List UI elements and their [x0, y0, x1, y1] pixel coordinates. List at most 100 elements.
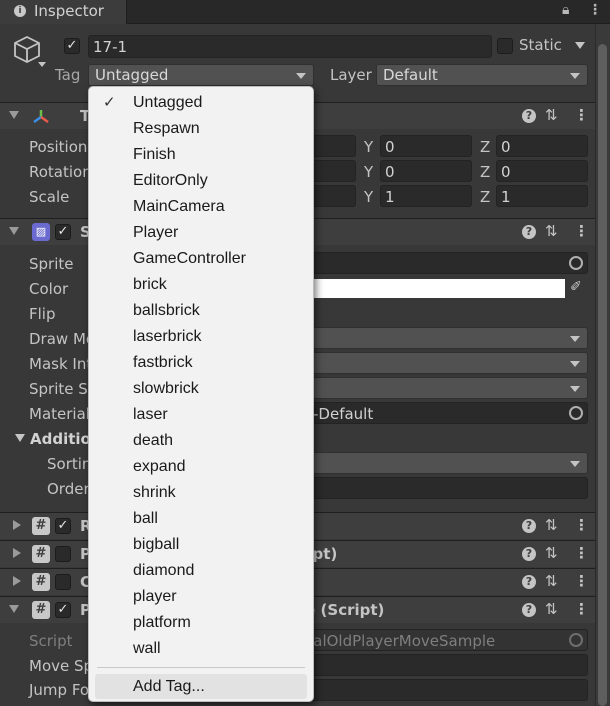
active-checkbox[interactable]: ✓ [64, 38, 80, 54]
tag-menu-item-wall[interactable]: wall [89, 636, 313, 662]
tag-menu-item-player[interactable]: Player [89, 220, 313, 246]
draw-mode-dropdown[interactable] [300, 327, 588, 349]
tag-menu-item-editoronly[interactable]: EditorOnly [89, 168, 313, 194]
kebab-menu-icon[interactable]: ⋮ [574, 222, 589, 240]
scrollbar-thumb[interactable] [598, 44, 607, 706]
add-tag-button[interactable]: Add Tag... [95, 674, 307, 699]
help-icon[interactable]: ? [522, 519, 536, 533]
cube-icon[interactable] [12, 34, 42, 64]
menu-item-label: platform [133, 614, 191, 631]
foldout-arrow-icon[interactable] [13, 576, 21, 586]
tag-menu-item-platform[interactable]: platform [89, 610, 313, 636]
color-swatch[interactable] [300, 279, 565, 298]
help-icon[interactable]: ? [522, 109, 536, 123]
material-object-field[interactable]: -Default [300, 402, 588, 424]
sorting-layer-dropdown[interactable] [300, 452, 588, 474]
scale-z-field[interactable]: 1 [496, 185, 588, 207]
tag-menu-item-slowbrick[interactable]: slowbrick [89, 376, 313, 402]
presets-icon[interactable]: ⇅ [545, 544, 558, 562]
tag-menu-item-brick[interactable]: brick [89, 272, 313, 298]
tag-menu-item-maincamera[interactable]: MainCamera [89, 194, 313, 220]
kebab-menu-icon[interactable]: ⋮ [574, 106, 589, 124]
tag-menu-item-respawn[interactable]: Respawn [89, 116, 313, 142]
jump-force-field[interactable] [300, 679, 588, 701]
menu-item-label: slowbrick [133, 380, 199, 397]
component-enabled-checkbox[interactable]: ✓ [55, 546, 71, 562]
sprite-sort-point-dropdown[interactable] [300, 377, 588, 399]
additional-settings-label[interactable]: Additio [30, 430, 91, 448]
tag-menu-item-death[interactable]: death [89, 428, 313, 454]
kebab-menu-icon[interactable]: ⋮ [574, 516, 589, 534]
sprite-renderer-enabled-checkbox[interactable]: ✓ [55, 224, 71, 240]
help-icon[interactable]: ? [522, 575, 536, 589]
foldout-arrow-icon[interactable] [9, 227, 19, 235]
rotation-y-field[interactable]: 0 [380, 160, 472, 182]
tag-menu-item-finish[interactable]: Finish [89, 142, 313, 168]
presets-icon[interactable]: ⇅ [545, 572, 558, 590]
flip-label: Flip [29, 305, 56, 323]
tag-menu-item-fastbrick[interactable]: fastbrick [89, 350, 313, 376]
presets-icon[interactable]: ⇅ [545, 516, 558, 534]
rotation-z-axis[interactable]: Z [480, 163, 490, 181]
tag-menu-item-laser[interactable]: laser [89, 402, 313, 428]
scale-z-axis[interactable]: Z [480, 188, 490, 206]
tag-menu-item-bigball[interactable]: bigball [89, 532, 313, 558]
kebab-menu-icon[interactable]: ⋮ [574, 572, 589, 590]
tag-menu-item-expand[interactable]: expand [89, 454, 313, 480]
static-dropdown-caret[interactable] [575, 42, 585, 49]
position-y-axis[interactable]: Y [364, 138, 373, 156]
static-label: Static [519, 36, 562, 54]
component-enabled-checkbox[interactable]: ✓ [55, 602, 71, 618]
order-in-layer-label: Order [47, 480, 90, 498]
additional-settings-foldout-icon[interactable] [15, 434, 25, 442]
object-name-field[interactable]: 17-1 [88, 35, 492, 58]
chevron-down-icon [570, 73, 580, 79]
menu-item-label: GameController [133, 250, 246, 267]
sprite-object-field[interactable] [300, 252, 588, 274]
mask-interaction-dropdown[interactable] [300, 352, 588, 374]
object-picker-icon[interactable] [569, 406, 583, 420]
tag-menu-item-player-lower[interactable]: player [89, 584, 313, 610]
help-icon[interactable]: ? [522, 603, 536, 617]
presets-icon[interactable]: ⇅ [545, 106, 558, 124]
help-icon[interactable]: ? [522, 547, 536, 561]
scale-y-axis[interactable]: Y [364, 188, 373, 206]
object-picker-icon[interactable] [569, 256, 583, 270]
rotation-z-field[interactable]: 0 [496, 160, 588, 182]
order-in-layer-field[interactable] [300, 477, 588, 499]
menu-item-label: wall [133, 640, 161, 657]
tag-menu-item-laserbrick[interactable]: laserbrick [89, 324, 313, 350]
scale-y-field[interactable]: 1 [380, 185, 472, 207]
tab-inspector[interactable]: i Inspector [0, 0, 127, 24]
rotation-y-axis[interactable]: Y [364, 163, 373, 181]
presets-icon[interactable]: ⇅ [545, 600, 558, 618]
help-icon[interactable]: ? [522, 225, 536, 239]
tag-menu-item-ball[interactable]: ball [89, 506, 313, 532]
kebab-menu-icon[interactable]: ⋮ [574, 544, 589, 562]
tag-dropdown[interactable]: Untagged [88, 64, 314, 86]
foldout-arrow-icon[interactable] [9, 605, 19, 613]
icon-dropdown-caret[interactable] [38, 62, 46, 67]
static-checkbox[interactable]: ✓ [497, 38, 513, 54]
eyedropper-icon[interactable]: ✐ [570, 279, 582, 295]
foldout-arrow-icon[interactable] [13, 520, 21, 530]
tag-menu-item-untagged[interactable]: ✓ Untagged [89, 90, 313, 116]
position-y-field[interactable]: 0 [380, 135, 472, 157]
tag-menu-item-shrink[interactable]: shrink [89, 480, 313, 506]
foldout-arrow-icon[interactable] [13, 548, 21, 558]
kebab-menu-icon[interactable]: ⋮ [574, 600, 589, 618]
tag-menu-item-gamecontroller[interactable]: GameController [89, 246, 313, 272]
move-speed-field[interactable] [300, 654, 588, 676]
component-enabled-checkbox[interactable]: ✓ [55, 574, 71, 590]
foldout-arrow-icon[interactable] [9, 111, 19, 119]
tag-menu-item-ballsbrick[interactable]: ballsbrick [89, 298, 313, 324]
position-z-field[interactable]: 0 [496, 135, 588, 157]
presets-icon[interactable]: ⇅ [545, 222, 558, 240]
lock-icon[interactable]: 🔒︎ [562, 2, 569, 18]
layer-dropdown[interactable]: Default [376, 64, 588, 86]
component-enabled-checkbox[interactable]: ✓ [55, 518, 71, 534]
menu-item-label: Untagged [133, 94, 203, 111]
position-z-axis[interactable]: Z [480, 138, 490, 156]
kebab-menu-icon[interactable]: ⋮ [588, 2, 602, 18]
tag-menu-item-diamond[interactable]: diamond [89, 558, 313, 584]
